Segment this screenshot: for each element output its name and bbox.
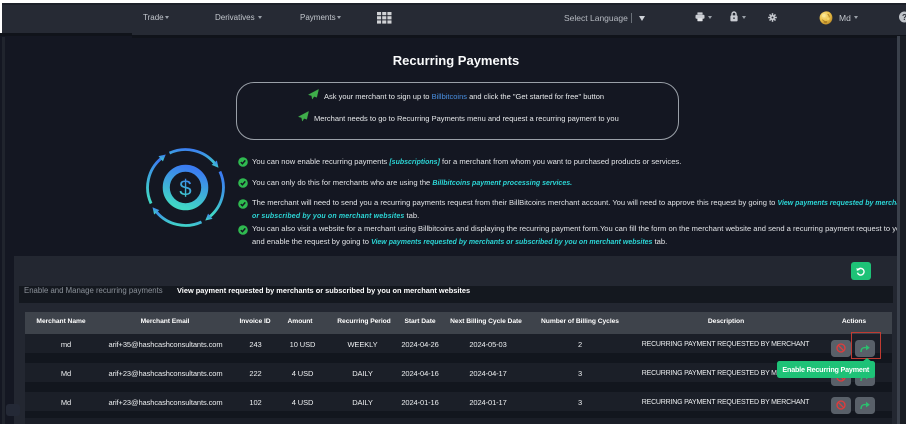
svg-text:$: $: [179, 176, 192, 201]
svg-text:?: ?: [902, 13, 906, 22]
